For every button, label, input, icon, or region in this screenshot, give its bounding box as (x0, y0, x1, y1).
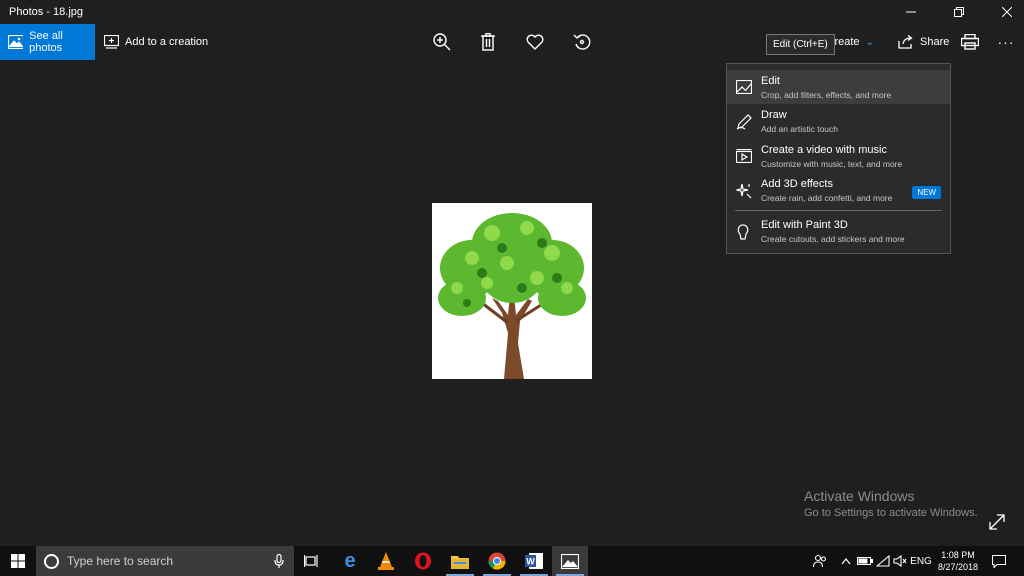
menu-item-subtitle: Create rain, add confetti, and more (761, 193, 893, 203)
share-button[interactable]: Share (898, 24, 949, 60)
fullscreen-expand-icon[interactable] (988, 513, 1006, 531)
menu-divider (735, 210, 942, 211)
search-placeholder: Type here to search (67, 554, 174, 568)
volume-muted-icon[interactable] (892, 546, 908, 576)
task-view-icon[interactable] (294, 546, 330, 576)
menu-item-subtitle: Add an artistic touch (761, 124, 839, 134)
paint3d-icon (736, 224, 752, 240)
menu-item-title: Add 3D effects (761, 178, 833, 190)
opera-icon[interactable] (405, 546, 441, 576)
tree-image (438, 213, 586, 379)
see-all-photos-button[interactable]: See all photos (0, 24, 95, 60)
menu-item-title: Edit with Paint 3D (761, 219, 848, 231)
vlc-icon[interactable] (368, 546, 404, 576)
clock-date: 8/27/2018 (937, 562, 979, 572)
menu-item-title: Edit (761, 75, 780, 87)
sparkle-icon (736, 183, 752, 199)
video-icon (735, 148, 753, 165)
add-to-creation-label: Add to a creation (125, 36, 209, 48)
cortana-icon (44, 553, 59, 569)
menu-item-subtitle: Create cutouts, add stickers and more (761, 234, 905, 244)
see-all-photos-label: See all photos (29, 30, 63, 54)
input-language[interactable]: ENG (910, 546, 932, 576)
svg-text:W: W (526, 557, 535, 567)
pen-icon (736, 114, 752, 130)
windows-taskbar: Type here to search e W ENG 1:08 PM 8/27… (0, 546, 1024, 576)
wifi-icon[interactable] (874, 546, 892, 576)
chevron-up-icon[interactable] (838, 546, 854, 576)
minimize-button[interactable] (894, 0, 928, 24)
window-title: Photos - 18.jpg (9, 6, 83, 18)
delete-icon[interactable] (478, 32, 498, 52)
file-explorer-icon[interactable] (442, 546, 478, 576)
start-button[interactable] (0, 546, 36, 576)
activate-title: Activate Windows (804, 488, 915, 504)
system-clock[interactable]: 1:08 PM 8/27/2018 (930, 549, 986, 573)
menu-item-title: Create a video with music (761, 144, 887, 156)
favorite-heart-icon[interactable] (525, 32, 545, 52)
edit-create-menu: Edit Crop, add filters, effects, and mor… (726, 63, 951, 254)
photo-viewer-image[interactable] (432, 203, 592, 379)
print-icon[interactable] (960, 32, 980, 52)
menu-item-draw[interactable]: Draw Add an artistic touch (727, 104, 950, 138)
menu-item-subtitle: Customize with music, text, and more (761, 159, 903, 169)
chevron-down-icon: ⌄ (865, 36, 874, 48)
menu-item-3d-effects[interactable]: Add 3D effects Create rain, add confetti… (727, 173, 950, 207)
add-to-creation-button[interactable]: Add to a creation (104, 24, 208, 60)
edge-browser-icon[interactable]: e (332, 546, 368, 576)
menu-item-create-video[interactable]: Create a video with music Customize with… (727, 139, 950, 173)
photos-app-icon[interactable] (552, 546, 588, 576)
microphone-icon[interactable] (274, 554, 284, 568)
photo-edit-icon (735, 79, 753, 96)
restore-button[interactable] (942, 0, 976, 24)
rotate-icon[interactable] (572, 32, 592, 52)
clock-time: 1:08 PM (941, 550, 975, 560)
menu-item-title: Draw (761, 109, 787, 121)
menu-item-subtitle: Crop, add filters, effects, and more (761, 90, 892, 100)
share-label: Share (920, 36, 950, 48)
people-icon[interactable] (810, 546, 830, 576)
zoom-in-icon[interactable] (432, 32, 452, 52)
action-center-icon[interactable] (988, 546, 1010, 576)
more-options-button[interactable]: ··· (996, 32, 1016, 52)
app-toolbar: See all photos Add to a creation t & Cre… (0, 24, 1024, 60)
word-icon[interactable]: W (516, 546, 552, 576)
new-badge: NEW (912, 186, 941, 199)
close-button[interactable] (990, 0, 1024, 24)
activate-windows-watermark: Activate Windows Go to Settings to activ… (804, 488, 978, 519)
title-bar: Photos - 18.jpg (0, 0, 1024, 24)
menu-item-edit[interactable]: Edit Crop, add filters, effects, and mor… (727, 70, 950, 104)
menu-item-paint-3d[interactable]: Edit with Paint 3D Create cutouts, add s… (727, 214, 950, 248)
activate-subtitle: Go to Settings to activate Windows. (804, 507, 978, 519)
chrome-icon[interactable] (479, 546, 515, 576)
battery-icon[interactable] (856, 546, 874, 576)
windows-logo-icon (11, 554, 25, 568)
edit-tooltip: Edit (Ctrl+E) (766, 34, 835, 55)
share-icon (898, 35, 913, 49)
add-creation-icon (104, 35, 119, 49)
photos-icon (8, 35, 24, 49)
taskbar-search-box[interactable]: Type here to search (36, 546, 294, 576)
